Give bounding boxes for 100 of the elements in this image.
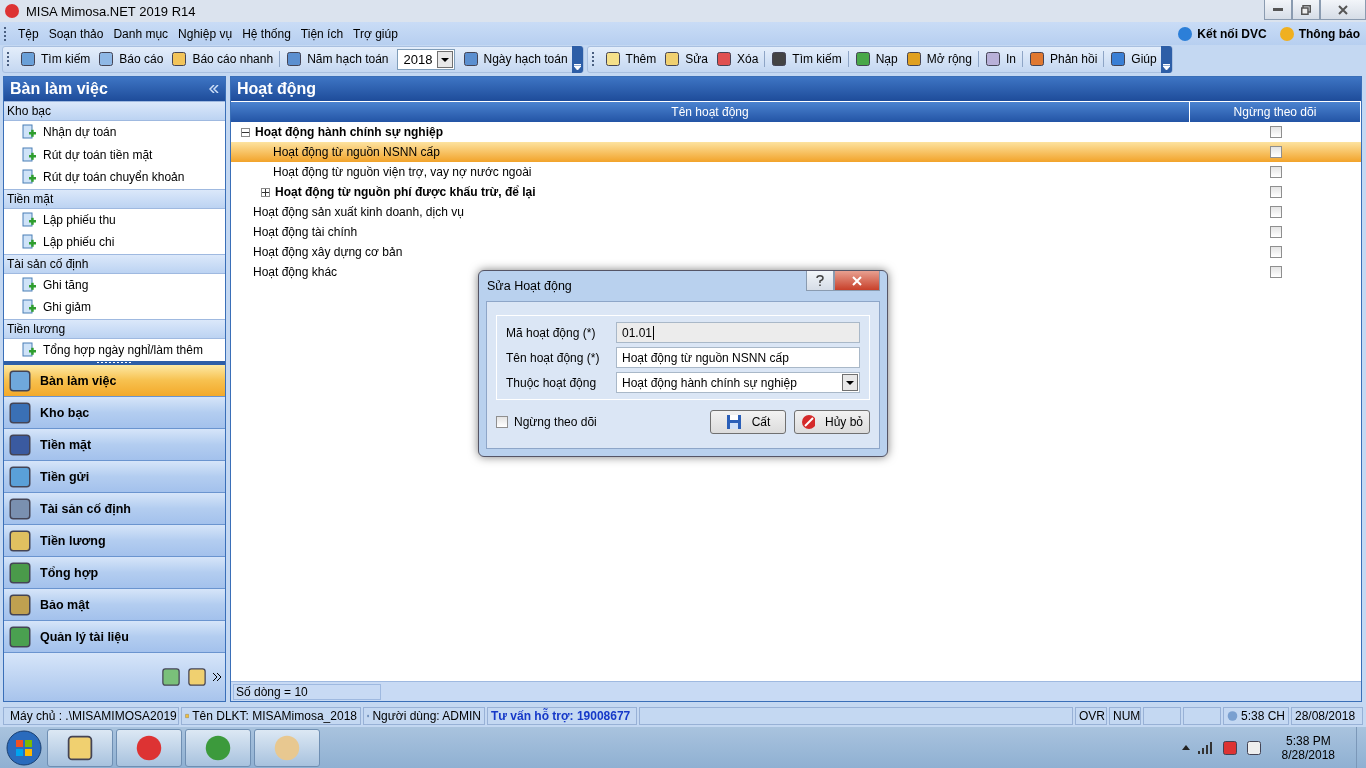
toolbar-button[interactable]: Tìm kiếm [16,47,95,71]
header-link[interactable]: Thông báo [1272,25,1366,42]
select-field[interactable]: Hoạt động hành chính sự nghiệp [616,372,860,393]
toolbar-button[interactable]: Báo cáo [94,47,168,71]
toolbar-button[interactable]: Xóa [712,47,763,71]
activity-name: Hoạt động từ nguồn NSNN cấp [273,145,440,159]
grid-row[interactable]: Hoạt động tài chính [231,222,1361,242]
grid-row[interactable]: Hoạt động xây dựng cơ bản [231,242,1361,262]
close-button[interactable] [834,271,880,291]
column-header[interactable]: Tên hoạt động [231,102,1190,122]
checkbox[interactable] [1269,206,1282,218]
status-panel [1183,707,1221,725]
checkbox[interactable] [1269,126,1282,138]
group-header[interactable]: Tài sản cố định [4,253,225,274]
panel-title: Hoạt động [237,80,317,98]
taskbar-clock[interactable]: 5:38 PM 8/28/2018 [1269,733,1347,762]
menu-item[interactable]: Danh mục [108,26,174,41]
collapse-icon[interactable] [241,127,250,137]
activity-name: Hoạt động sản xuất kinh doanh, dịch vụ [253,205,464,219]
header-link[interactable]: Kết nối DVC [1171,25,1273,42]
checkbox[interactable] [1269,266,1282,278]
activity-name: Hoạt động hành chính sự nghiệp [255,125,443,139]
sidebar-item[interactable]: Lập phiếu thu [4,208,225,231]
checkbox[interactable] [496,416,508,428]
taskbar-app[interactable] [47,728,113,767]
year-select[interactable]: 2018 [396,48,455,70]
checkbox[interactable] [1269,146,1282,158]
toolbar-button[interactable]: Giúp [1106,47,1161,71]
cancel-button[interactable]: Hủy bỏ [794,410,870,434]
toolbar-button[interactable]: Nạp [850,47,902,71]
add-document-icon [21,299,37,316]
checkbox[interactable] [1269,246,1282,258]
nav-button[interactable]: Tiền mặt [4,429,225,461]
menu-item[interactable]: Hệ thống [237,26,296,41]
minimize-button[interactable] [1264,0,1292,20]
nav-button[interactable]: Kho bạc [4,397,225,429]
menu-item[interactable]: Trợ giúp [348,26,403,41]
sidebar-item[interactable]: Lập phiếu chi [4,231,225,254]
toolbar-button[interactable]: Báo cáo nhanh [167,47,278,71]
nav-button[interactable]: Bàn làm việc [4,365,225,397]
status-item: Tư vấn hỗ trợ: 19008677 [487,707,637,725]
toolbar-button[interactable]: Tìm kiếm [767,47,846,71]
taskbar-app[interactable] [116,728,182,767]
sidebar-item[interactable]: Ghi tăng [4,273,225,296]
menu-item[interactable]: Tiện ích [295,26,349,41]
menu-item[interactable]: Tệp [13,26,44,41]
sidebar-item[interactable]: Tổng hợp ngày nghỉ/làm thêm [4,338,225,361]
nav-button[interactable]: Tổng hợp [4,557,225,589]
overflow-arrow-icon [1162,63,1170,70]
status-item: OVR [1075,707,1107,725]
menu-item[interactable]: Soạn thảo [43,26,109,41]
save-button[interactable]: Cất [710,410,786,434]
help-button[interactable] [806,271,834,291]
group-header[interactable]: Kho bạc [4,101,225,121]
splitter-handle[interactable] [4,361,225,365]
input-field[interactable]: Hoạt động từ nguồn NSNN cấp [616,347,860,368]
nav-button[interactable]: Tài sản cố định [4,493,225,525]
group-header[interactable]: Tiền mặt [4,188,225,209]
restore-button[interactable] [1292,0,1320,20]
grid-row[interactable]: Hoạt động hành chính sự nghiệp [231,122,1361,142]
more-icon[interactable] [213,673,221,681]
checkbox[interactable] [1269,186,1282,198]
toolbar-button[interactable]: Ngày hạch toán [458,47,572,71]
activity-name: Hoạt động tài chính [253,225,358,239]
sidebar-item[interactable]: Rút dự toán tiền mặt [4,143,225,166]
window-title: MISA Mimosa.NET 2019 R14 [26,3,196,19]
toolbar-button[interactable]: Năm hạch toán [282,47,393,71]
signal-icon[interactable] [1197,741,1214,754]
sidebar-item[interactable]: Rút dự toán chuyển khoản [4,166,225,189]
toolbar-button[interactable]: Sửa [660,47,712,71]
nav-button[interactable]: Quản lý tài liệu [4,621,225,653]
overflow-button[interactable] [571,45,583,73]
toolbar-button[interactable]: Thêm [600,47,661,71]
overflow-button[interactable] [1160,45,1172,73]
start-button[interactable] [4,727,44,768]
sidebar-item[interactable]: Ghi giảm [4,296,225,319]
checkbox[interactable] [1269,226,1282,238]
toolbar-button[interactable]: Phản hồi [1024,47,1102,71]
menu-item[interactable]: Nghiệp vụ [173,26,238,41]
status-item: Tên DLKT: MISAMimosa_2018 [181,707,361,725]
grid-row[interactable]: Hoạt động từ nguồn NSNN cấp [231,142,1361,162]
input-field[interactable]: 01.01 [616,322,860,343]
checkbox[interactable] [1269,166,1282,178]
close-button[interactable] [1320,0,1366,20]
add-document-icon [21,234,37,251]
nav-button[interactable]: Bảo mật [4,589,225,621]
toolbar-button[interactable]: In [980,47,1020,71]
restore-icon [1301,4,1311,15]
group-header[interactable]: Tiền lương [4,318,225,339]
field-label: Thuộc hoạt động [506,375,598,390]
nav-button[interactable]: Tiền gửi [4,461,225,493]
grid-row[interactable]: Hoạt động từ nguồn viện trợ, vay nợ nước ngoài [231,162,1361,182]
column-header[interactable]: Ngừng theo dõi [1190,102,1361,122]
toolbar-button[interactable]: Mở rộng [901,47,976,71]
nav-button[interactable]: Tiền lương [4,525,225,557]
grid-row[interactable]: Hoạt động sản xuất kinh doanh, dịch vụ [231,202,1361,222]
clock-date: 8/28/2018 [1281,747,1335,762]
sidebar-item[interactable]: Nhận dự toán [4,121,225,144]
grid-row[interactable]: Hoạt động từ nguồn phí được khấu trừ, để lại [231,182,1361,202]
tray-arrow-icon[interactable] [1181,745,1190,750]
